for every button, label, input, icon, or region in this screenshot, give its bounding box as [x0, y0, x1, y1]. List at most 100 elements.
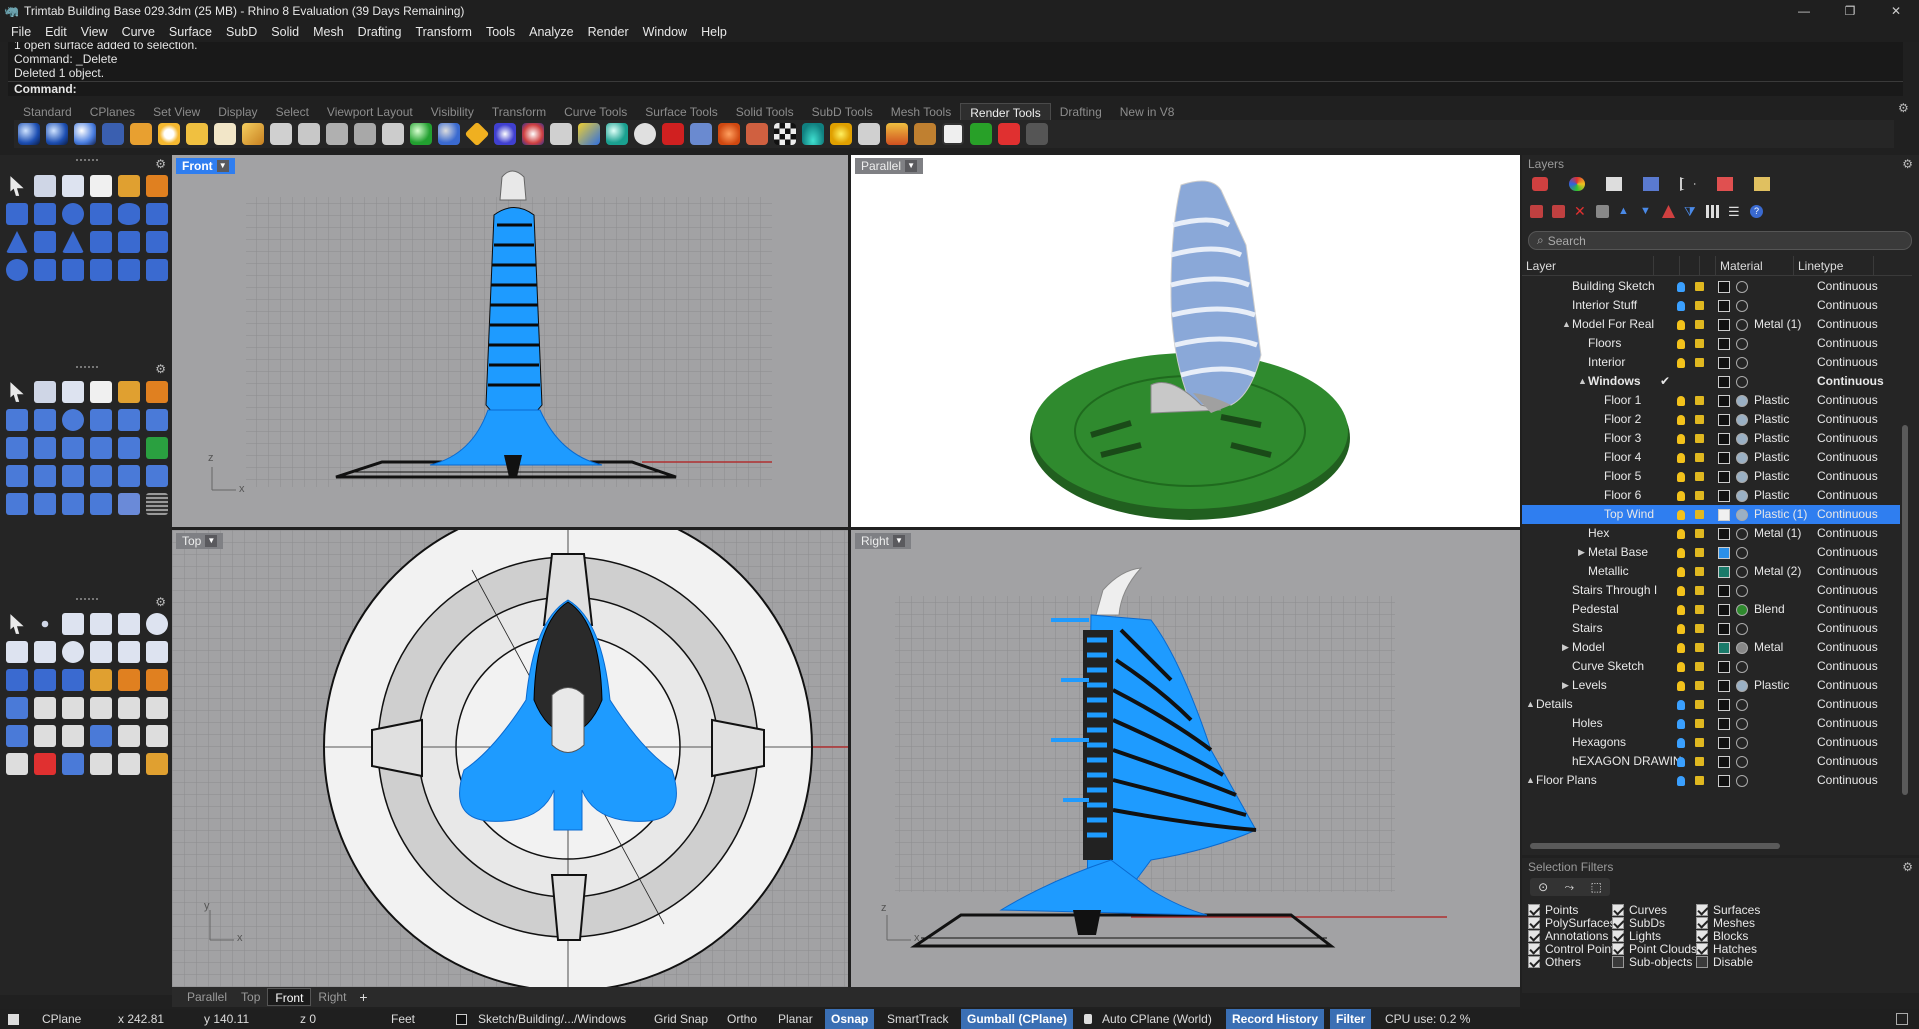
dimension-icon[interactable] [34, 725, 56, 747]
filter-checkbox-hatches[interactable]: Hatches [1696, 942, 1757, 956]
spotlight-edit-icon[interactable] [270, 123, 292, 145]
layers-gear-icon[interactable]: ⚙ [1902, 157, 1913, 171]
auto-cplane-toggle[interactable]: Auto CPlane (World) [1102, 1009, 1212, 1029]
analyze-icon[interactable] [118, 753, 140, 775]
material-swatch[interactable] [1736, 623, 1748, 635]
select-arrow-icon[interactable] [10, 176, 24, 196]
material-swatch[interactable] [1736, 490, 1748, 502]
new-layer-icon[interactable] [1530, 205, 1543, 218]
tab-set-view[interactable]: Set View [144, 103, 209, 121]
light-bulb-icon[interactable] [1677, 320, 1685, 330]
menu-file[interactable]: File [4, 25, 38, 39]
layer-name[interactable]: Hexagons [1572, 733, 1626, 752]
pencil-icon[interactable] [746, 123, 768, 145]
material-name[interactable]: Plastic [1754, 391, 1789, 410]
layer-name[interactable]: Model [1572, 638, 1605, 657]
named-views-tab-icon[interactable] [1680, 177, 1696, 191]
layer-row[interactable]: Floor 4 Plastic Continuous [1522, 448, 1900, 467]
light-bulb-icon[interactable] [1677, 301, 1685, 311]
light-bulb-icon[interactable] [1677, 624, 1685, 634]
layer-row[interactable]: ▲ Floor Plans Continuous [1522, 771, 1900, 789]
new-sublayer-icon[interactable] [1552, 205, 1565, 218]
material-swatch[interactable] [1736, 509, 1748, 521]
minimize-button[interactable]: — [1781, 0, 1827, 22]
palette-gear-icon[interactable]: ⚙ [155, 362, 166, 376]
layer-name[interactable]: Curve Sketch [1572, 657, 1644, 676]
layer-color-swatch[interactable] [1718, 680, 1730, 692]
layer-name[interactable]: Floor 3 [1604, 429, 1641, 448]
layer-color-swatch[interactable] [1718, 357, 1730, 369]
material-name[interactable]: Plastic [1754, 676, 1789, 695]
layer-row[interactable]: ▲ Details Continuous [1522, 695, 1900, 714]
heightfield-icon[interactable] [6, 493, 28, 515]
display-tab-icon[interactable] [1606, 177, 1622, 191]
layer-color-swatch[interactable] [1718, 718, 1730, 730]
hatch-icon[interactable] [146, 725, 168, 747]
truncated-pyramid-icon[interactable] [118, 231, 140, 253]
layer-name[interactable]: Metallic [1588, 562, 1629, 581]
tab-transform[interactable]: Transform [483, 103, 555, 121]
material-swatch[interactable] [1736, 471, 1748, 483]
checker-texture-icon[interactable] [774, 123, 796, 145]
light-bulb-icon[interactable] [1677, 776, 1685, 786]
material-swatch[interactable] [1736, 775, 1748, 787]
lock-icon[interactable] [1695, 396, 1704, 405]
material-swatch[interactable] [1736, 433, 1748, 445]
surface-icon[interactable] [118, 381, 140, 403]
rebuild-srf-icon[interactable] [118, 493, 140, 515]
sphere-icon[interactable] [62, 203, 84, 225]
selection-filters-gear-icon[interactable]: ⚙ [1902, 860, 1913, 874]
grid-snap-toggle[interactable]: Grid Snap [654, 1009, 708, 1029]
linetype-name[interactable]: Continuous [1817, 638, 1878, 657]
column-on[interactable] [1654, 256, 1680, 275]
layer-color-swatch[interactable] [1718, 395, 1730, 407]
environment-icon[interactable] [438, 123, 460, 145]
cylinder-icon[interactable] [90, 203, 112, 225]
help-icon[interactable]: ? [1750, 205, 1763, 218]
viewport-tab-parallel[interactable]: Parallel [180, 988, 234, 1006]
ellipse-icon[interactable] [62, 641, 84, 663]
layer-row[interactable]: Hex Metal (1) Continuous [1522, 524, 1900, 543]
tab-subd-tools[interactable]: SubD Tools [803, 103, 882, 121]
layer-name[interactable]: Floors [1588, 334, 1621, 353]
linetype-name[interactable]: Continuous [1817, 467, 1878, 486]
material-name[interactable]: Plastic (1) [1754, 505, 1807, 524]
dog-icon[interactable] [914, 123, 936, 145]
expand-arrow-icon[interactable]: ▶ [1562, 676, 1569, 695]
layer-row[interactable]: Stairs Through I Continuous [1522, 581, 1900, 600]
tab-cplanes[interactable]: CPlanes [81, 103, 144, 121]
osnap-toggle[interactable]: Osnap [825, 1009, 875, 1029]
filter-toggle[interactable]: Filter [1330, 1009, 1372, 1029]
viewport-top[interactable]: y x Top ▼ [172, 530, 848, 987]
linetype-name[interactable]: Continuous [1817, 296, 1878, 315]
fillet-srf-icon[interactable] [62, 465, 84, 487]
boolean-difference-icon[interactable] [62, 669, 84, 691]
layer-row[interactable]: hEXAGON DRAWIN Continuous [1522, 752, 1900, 771]
layer-name[interactable]: hEXAGON DRAWIN [1572, 752, 1682, 771]
viewport-tab-front[interactable]: Front [267, 988, 312, 1006]
layer-row[interactable]: Floor 2 Plastic Continuous [1522, 410, 1900, 429]
fire-icon[interactable] [886, 123, 908, 145]
material-name[interactable]: Metal [1754, 638, 1783, 657]
filter-checkbox-curves[interactable]: Curves [1612, 903, 1667, 917]
tab-visibility[interactable]: Visibility [422, 103, 483, 121]
explode-icon[interactable] [34, 753, 56, 775]
layer-name[interactable]: Floor 1 [1604, 391, 1641, 410]
extrude-srf-icon[interactable] [146, 437, 168, 459]
layer-name[interactable]: Windows [1588, 372, 1641, 391]
material-swatch[interactable] [1736, 547, 1748, 559]
render-region-icon[interactable] [74, 123, 96, 145]
light-bulb-icon[interactable] [1677, 567, 1685, 577]
material-swatch[interactable] [1736, 642, 1748, 654]
render-icon[interactable] [18, 123, 40, 145]
paraboloid-icon[interactable] [90, 231, 112, 253]
rotate-icon[interactable] [62, 697, 84, 719]
materials-tab-icon[interactable] [1569, 177, 1585, 191]
layer-row[interactable]: ▶ Model Metal Continuous [1522, 638, 1900, 657]
layer-row[interactable]: Floor 1 Plastic Continuous [1522, 391, 1900, 410]
lock-icon[interactable] [1695, 605, 1704, 614]
layer-row[interactable]: Floor 5 Plastic Continuous [1522, 467, 1900, 486]
filter-checkbox-subds[interactable]: SubDs [1612, 916, 1665, 930]
texture-mapping-icon[interactable] [550, 123, 572, 145]
directional-light-icon[interactable] [186, 123, 208, 145]
